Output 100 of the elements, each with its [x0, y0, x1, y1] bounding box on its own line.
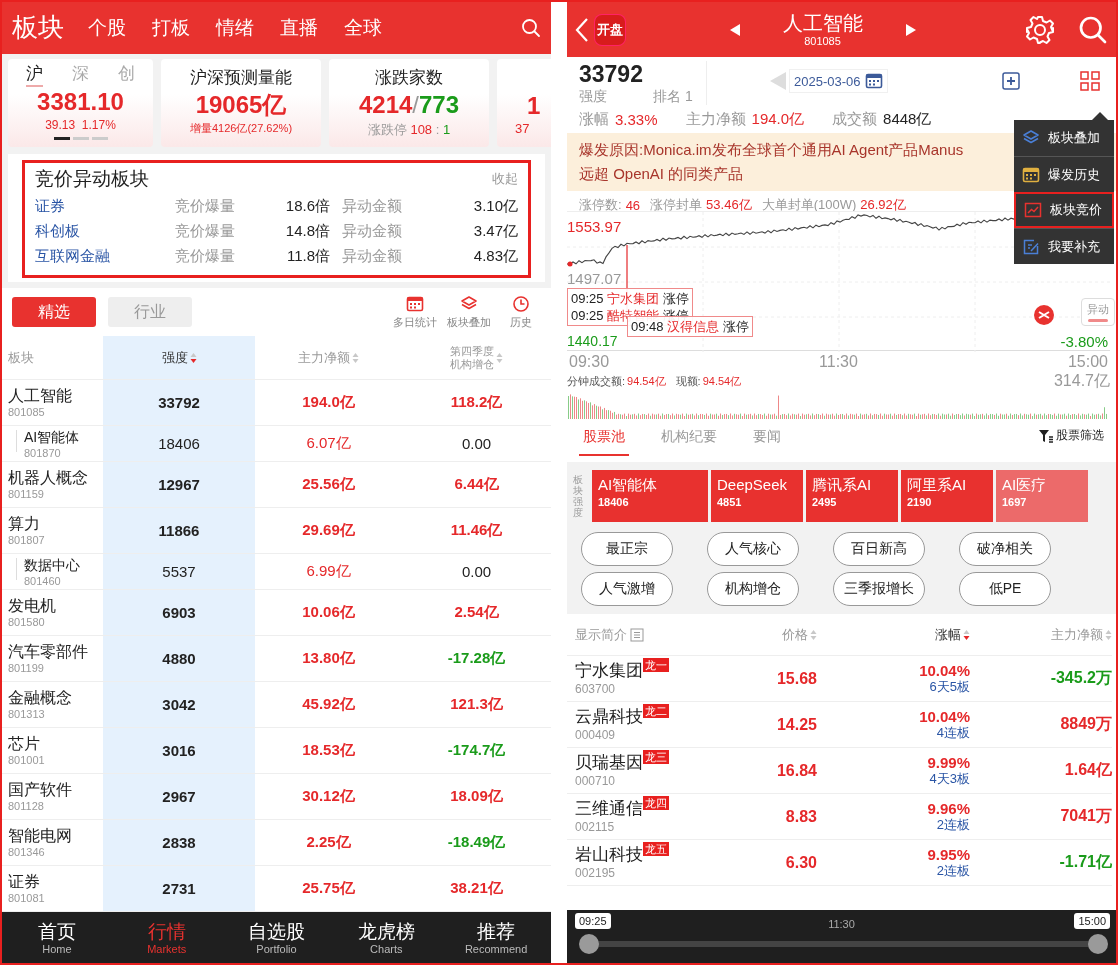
institution-change: -18.49亿 — [447, 833, 506, 852]
rank-badge: 龙五 — [643, 842, 669, 856]
nav-tab[interactable]: 板块 — [12, 12, 64, 44]
slider-thumb[interactable] — [1088, 934, 1108, 954]
limit-down-count: 1 — [443, 122, 451, 137]
sector-link[interactable]: 互联网金融 — [35, 243, 175, 268]
market-card[interactable]: 涨跌家数 4214/773 涨跌停 108 : 1 — [329, 59, 489, 147]
nav-tab[interactable]: 情绪 — [216, 16, 254, 40]
separator: : — [435, 122, 440, 137]
app-badge[interactable]: 开盘 — [595, 14, 625, 45]
market-card[interactable]: 沪 深 创 3381.10 39.13 1.17% — [8, 59, 153, 147]
market-card[interactable]: 1 37 — [497, 59, 551, 147]
settings-icon[interactable] — [1024, 13, 1056, 46]
nav-item[interactable]: 推荐 Recommend — [441, 912, 551, 963]
sector-name[interactable]: 数据中心 — [24, 555, 80, 575]
filter-icon — [1038, 428, 1054, 443]
sector-name[interactable]: AI智能体 — [24, 427, 80, 447]
institution-change: 118.2亿 — [450, 393, 503, 412]
column-header[interactable]: 强度 — [161, 348, 188, 367]
sector-code: 801313 — [8, 708, 45, 721]
filter-chip[interactable]: 破净相关 — [959, 532, 1051, 566]
nav-item[interactable]: 自选股 Portfolio — [221, 912, 332, 963]
stock-name[interactable]: 贝瑞基因 — [575, 752, 643, 774]
calendar-icon — [406, 294, 424, 313]
sector-block[interactable]: DeepSeek 4851 — [711, 470, 803, 522]
filter-chip[interactable]: 最正宗 — [581, 532, 673, 566]
sector-code: 801346 — [8, 846, 45, 859]
date-picker[interactable]: 2025-03-06 — [789, 69, 888, 93]
filter-chip[interactable]: 百日新高 — [833, 532, 925, 566]
stock-name[interactable]: 宁水集团 — [575, 660, 643, 682]
nav-tab[interactable]: 打板 — [152, 16, 190, 40]
search-icon[interactable] — [1078, 14, 1108, 45]
sector-name[interactable]: 智能电网 — [8, 826, 72, 846]
grid-icon[interactable] — [1080, 71, 1100, 91]
sector-link[interactable]: 科创板 — [35, 218, 175, 243]
limit-up-icon[interactable] — [1033, 304, 1055, 326]
market-card[interactable]: 沪深预测量能 19065亿 增量4126亿(27.62%) — [161, 59, 321, 147]
net-amount: -345.2万 — [1050, 668, 1112, 688]
sector-code: 801199 — [8, 662, 44, 675]
sector-name[interactable]: 证券 — [8, 872, 40, 892]
filter-chip[interactable]: 人气核心 — [707, 532, 799, 566]
stock-name[interactable]: 云鼎科技 — [575, 706, 643, 728]
stock-change: 9.99% — [927, 754, 970, 771]
previous-icon[interactable] — [728, 22, 741, 37]
sector-block[interactable]: 腾讯系AI 2495 — [806, 470, 898, 522]
sector-name[interactable]: 机器人概念 — [8, 468, 88, 488]
sector-block[interactable]: AI智能体 18406 — [592, 470, 708, 522]
net-amount: 10.06亿 — [302, 603, 355, 622]
stock-change: 9.96% — [927, 800, 970, 817]
strength-value: 11866 — [158, 522, 200, 539]
strength-value: 2967 — [162, 788, 196, 805]
filter-button[interactable]: 股票筛选 — [1038, 427, 1104, 456]
content-tab[interactable]: 股票池 — [579, 428, 629, 456]
sector-name[interactable]: 国产软件 — [8, 780, 72, 800]
strength-value: 33792 — [579, 61, 644, 87]
nav-tab[interactable]: 直播 — [280, 16, 318, 40]
net-amount: 25.56亿 — [302, 475, 355, 494]
nav-item[interactable]: 行情 Markets — [111, 912, 222, 963]
sector-name[interactable]: 芯片 — [8, 734, 40, 754]
slider-thumb[interactable] — [579, 934, 599, 954]
stock-change: 9.95% — [927, 846, 970, 863]
stock-name[interactable]: 岩山科技 — [575, 844, 643, 866]
sector-name[interactable]: 发电机 — [8, 596, 56, 616]
filter-chip[interactable]: 人气激增 — [581, 572, 673, 606]
segment-tab[interactable]: 精选 — [12, 297, 96, 327]
sector-name[interactable]: 人工智能 — [8, 386, 72, 406]
sort-icon[interactable] — [189, 351, 197, 364]
amount-label: 异动金额 — [341, 196, 403, 216]
filter-chip[interactable]: 三季报增长 — [833, 572, 925, 606]
sector-block[interactable]: 阿里系AI 2190 — [901, 470, 993, 522]
tool-button[interactable]: 历史 — [501, 294, 541, 330]
add-icon[interactable] — [1002, 72, 1020, 90]
stat-value: 26.92亿 — [860, 196, 906, 214]
price-mid-label: 1497.07 — [567, 270, 622, 287]
nav-tab[interactable]: 全球 — [344, 16, 382, 40]
menu-item[interactable]: 板块竞价 — [1014, 192, 1114, 228]
filter-chip[interactable]: 机构增仓 — [707, 572, 799, 606]
sector-code: 801580 — [8, 616, 45, 629]
nav-item[interactable]: 龙虎榜 Charts — [331, 912, 442, 963]
sector-link[interactable]: 证券 — [35, 193, 175, 218]
sector-name[interactable]: 算力 — [8, 514, 40, 534]
next-icon[interactable] — [904, 22, 917, 37]
sector-name[interactable]: 金融概念 — [8, 688, 72, 708]
list-icon[interactable] — [630, 627, 644, 642]
tool-button[interactable]: 多日统计 — [393, 294, 437, 330]
section-title: 竞价异动板块 — [35, 167, 149, 191]
stock-name[interactable]: 三维通信 — [575, 798, 643, 820]
search-icon[interactable] — [521, 18, 541, 38]
sort-icon[interactable] — [963, 628, 970, 641]
nav-tab[interactable]: 个股 — [88, 16, 126, 40]
sector-name[interactable]: 汽车零部件 — [8, 642, 88, 662]
menu-item[interactable]: 我要补充 — [1014, 228, 1114, 264]
nav-item[interactable]: 首页 Home — [2, 912, 112, 963]
menu-item[interactable]: 爆发历史 — [1014, 156, 1114, 192]
streak-label: 4天3板 — [929, 771, 970, 787]
tool-button[interactable]: 板块叠加 — [447, 294, 491, 330]
back-icon[interactable] — [575, 16, 589, 43]
column-header[interactable]: 涨幅 — [935, 625, 961, 644]
market-tab[interactable]: 沪 — [26, 64, 43, 87]
filter-chip[interactable]: 低PE — [959, 572, 1051, 606]
